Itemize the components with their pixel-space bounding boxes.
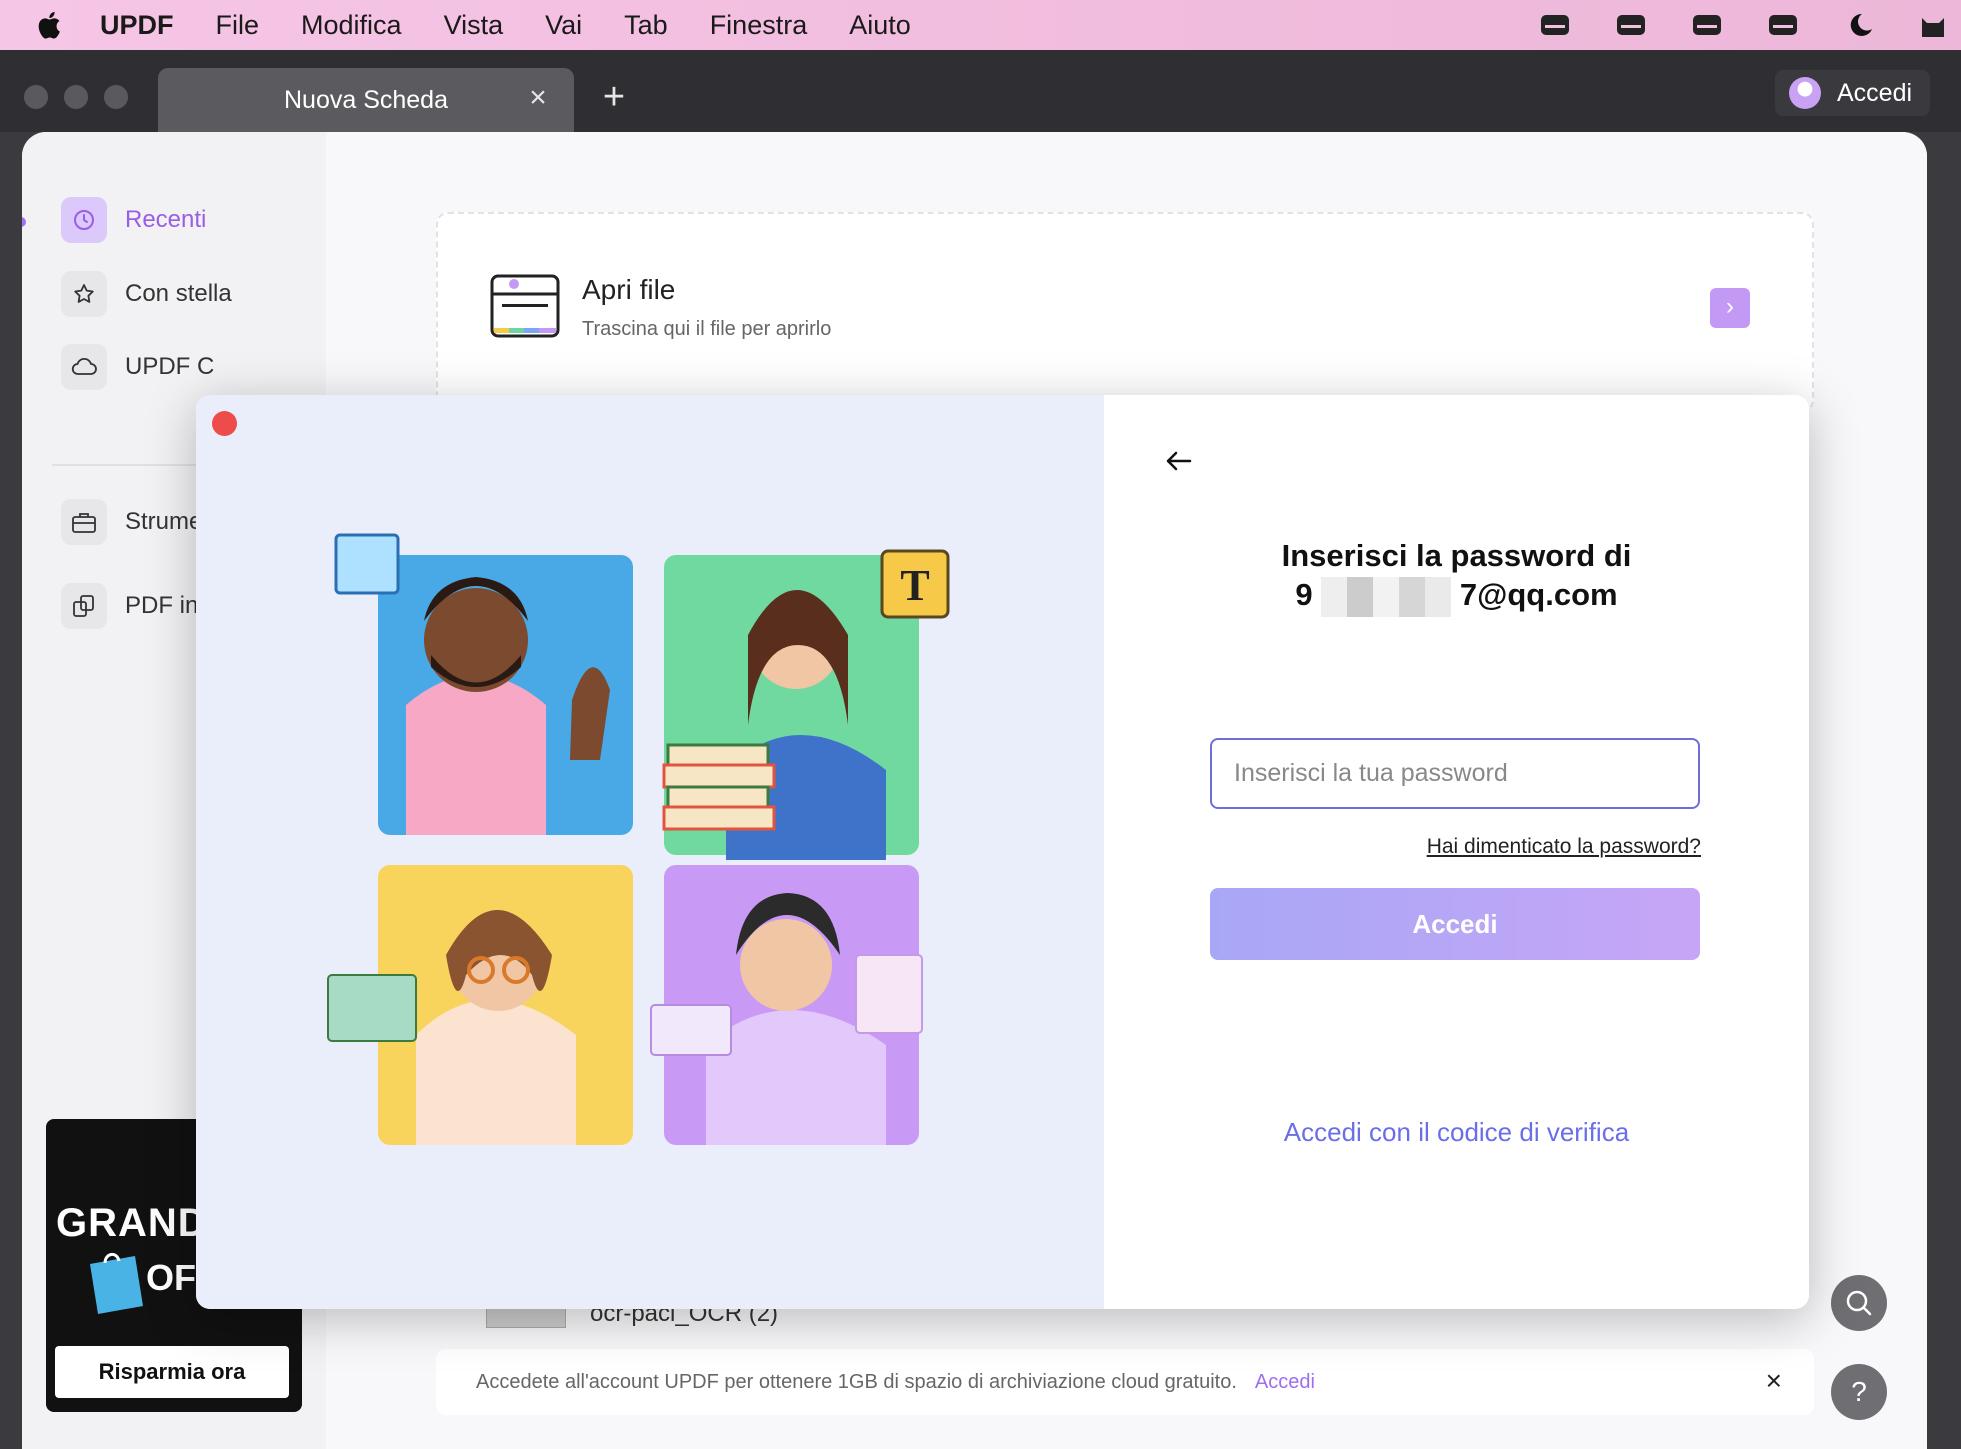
header-login-button[interactable]: Accedi: [1775, 70, 1930, 116]
status-widget-icon[interactable]: [1616, 12, 1646, 38]
shopping-bag-icon: [90, 1253, 143, 1314]
search-icon: [1846, 1290, 1872, 1316]
sidebar-item-updf-cloud[interactable]: UPDF C: [61, 344, 214, 390]
new-tab-button[interactable]: +: [597, 78, 631, 116]
cloud-promo-login-link[interactable]: Accedi: [1255, 1371, 1315, 1394]
menu-file[interactable]: File: [216, 10, 260, 41]
menu-tab[interactable]: Tab: [624, 10, 668, 41]
tab-label: Nuova Scheda: [283, 85, 448, 114]
moon-icon[interactable]: [1844, 12, 1874, 38]
clock-icon: [61, 197, 107, 243]
apple-icon[interactable]: [34, 9, 62, 41]
status-widget-icon[interactable]: [1768, 12, 1798, 38]
ad-save-now-button[interactable]: Risparmia ora: [55, 1346, 289, 1398]
sidebar-item-recenti[interactable]: Recenti: [61, 197, 206, 243]
account-email: 9 7@qq.com: [1104, 577, 1809, 617]
modal-heading: Inserisci la password di: [1281, 538, 1632, 573]
window-minimize-button[interactable]: [64, 85, 88, 109]
cloud-promo-close-icon[interactable]: ×: [1766, 1365, 1782, 1397]
user-avatar-icon: [1789, 77, 1821, 109]
email-redacted-block: [1321, 577, 1452, 617]
password-input[interactable]: [1210, 738, 1700, 809]
login-submit-button[interactable]: Accedi: [1210, 888, 1700, 960]
help-fab-button[interactable]: ?: [1831, 1364, 1887, 1420]
window-close-button[interactable]: [24, 85, 48, 109]
cloud-promo-text: Accedete all'account UPDF per ottenere 1…: [476, 1370, 1237, 1393]
menu-vai[interactable]: Vai: [545, 10, 582, 41]
sidebar-item-con-stella[interactable]: Con stella: [61, 271, 232, 317]
search-fab-button[interactable]: [1831, 1275, 1887, 1331]
sidebar-item-label: Con stella: [125, 280, 232, 307]
open-file-title: Apri file: [582, 274, 676, 305]
window-zoom-button[interactable]: [104, 85, 128, 109]
cloud-icon: [61, 344, 107, 390]
ad-subheadline: OF: [146, 1257, 196, 1298]
menu-aiuto[interactable]: Aiuto: [849, 10, 911, 41]
modal-close-button[interactable]: [212, 411, 237, 436]
cat-icon[interactable]: [1918, 12, 1948, 38]
menu-vista[interactable]: Vista: [444, 10, 504, 41]
open-file-arrow-button[interactable]: ›: [1710, 288, 1750, 328]
open-file-card[interactable]: Apri file Trascina qui il file per aprir…: [436, 212, 1814, 412]
menu-app-name[interactable]: UPDF: [100, 10, 174, 41]
sidebar-item-label: Strume: [125, 508, 203, 535]
back-arrow-icon[interactable]: [1162, 445, 1194, 477]
open-file-subtitle: Trascina qui il file per aprirlo: [582, 318, 832, 340]
header-login-label: Accedi: [1837, 78, 1913, 107]
modal-form-panel: Inserisci la password di 9 7@qq.com Hai …: [1104, 395, 1809, 1309]
email-suffix: 7@qq.com: [1459, 577, 1618, 613]
tab-nuova-scheda[interactable]: Nuova Scheda ×: [158, 68, 574, 132]
menu-modifica[interactable]: Modifica: [301, 10, 402, 41]
verification-code-login-link[interactable]: Accedi con il codice di verifica: [1104, 1117, 1809, 1148]
pages-icon: [61, 583, 107, 629]
active-indicator: [22, 217, 26, 227]
toolbox-icon: [61, 499, 107, 545]
menu-bar: UPDF File Modifica Vista Vai Tab Finestr…: [0, 0, 1961, 50]
tab-close-icon[interactable]: ×: [522, 82, 554, 114]
sidebar-item-label: PDF in: [125, 592, 199, 619]
password-modal: T Inserisci la password di 9 7@qq.com Ha…: [196, 395, 1809, 1309]
people-illustration: T: [327, 533, 950, 1145]
forgot-password-link[interactable]: Hai dimenticato la password?: [1427, 835, 1701, 859]
sidebar-item-label: Recenti: [125, 206, 207, 233]
sidebar-item-strumenti[interactable]: Strume: [61, 499, 202, 545]
status-widget-icon[interactable]: [1540, 12, 1570, 38]
cloud-promo-bar: Accedete all'account UPDF per ottenere 1…: [436, 1349, 1814, 1415]
menu-finestra[interactable]: Finestra: [710, 10, 808, 41]
status-widget-icon[interactable]: [1692, 12, 1722, 38]
email-prefix: 9: [1295, 577, 1313, 613]
sidebar-item-pdf-integrati[interactable]: PDF in: [61, 583, 198, 629]
modal-illustration-panel: T: [196, 395, 1104, 1309]
sidebar-item-label: UPDF C: [125, 353, 215, 380]
svg-text:T: T: [900, 561, 929, 610]
star-icon: [61, 271, 107, 317]
folder-icon: [490, 274, 560, 338]
